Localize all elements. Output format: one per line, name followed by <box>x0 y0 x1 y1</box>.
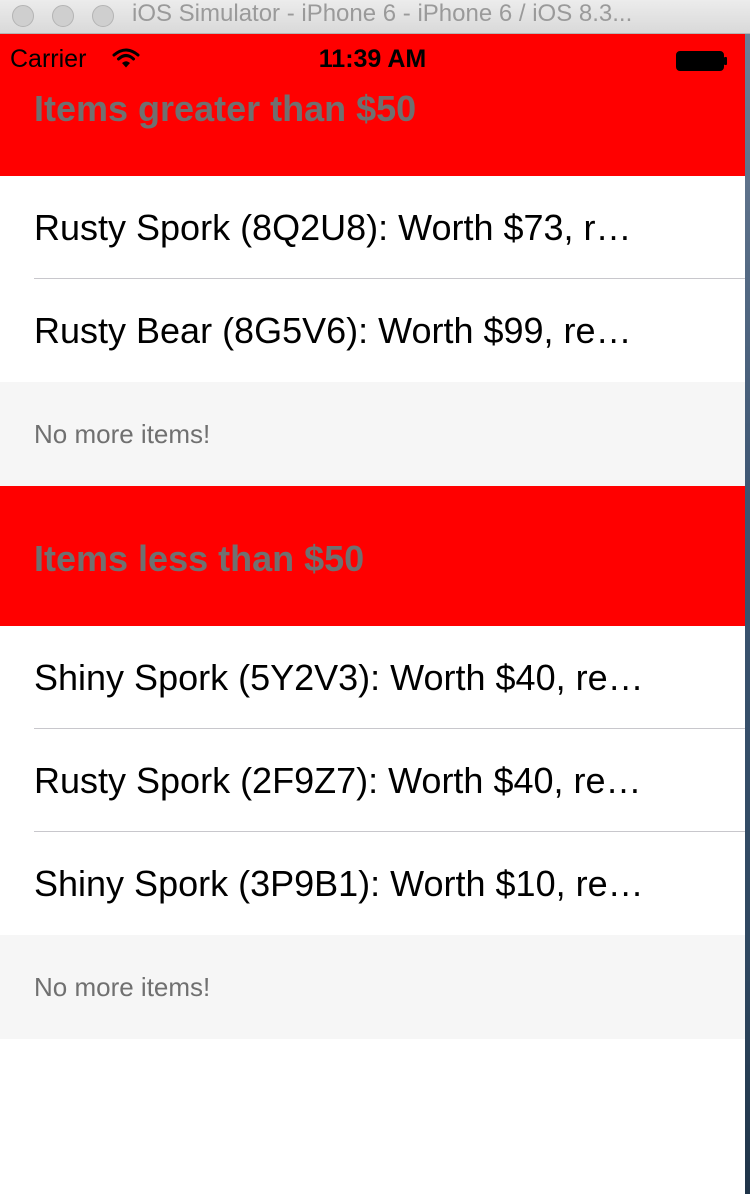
row-label: Rusty Bear (8G5V6): Worth $99, re… <box>34 310 632 351</box>
status-bar: Carrier 11:39 AM <box>0 34 745 86</box>
row-label: Rusty Spork (2F9Z7): Worth $40, re… <box>34 760 642 801</box>
row-label: Shiny Spork (5Y2V3): Worth $40, re… <box>34 657 644 698</box>
section-footer-text: No more items! <box>34 419 211 449</box>
minimize-window-button[interactable] <box>52 5 74 27</box>
section-header-less: Items less than $50 <box>0 486 745 626</box>
section-footer: No more items! <box>0 935 745 1039</box>
table-row[interactable]: Rusty Spork (8Q2U8): Worth $73, r… <box>0 176 745 279</box>
status-time: 11:39 AM <box>318 45 427 73</box>
simulator-window: iOS Simulator - iPhone 6 - iPhone 6 / iO… <box>0 0 750 1194</box>
battery-icon <box>676 51 727 71</box>
section-footer-text: No more items! <box>34 972 211 1002</box>
section-footer: No more items! <box>0 382 745 486</box>
table-row[interactable]: Shiny Spork (3P9B1): Worth $10, re… <box>0 832 745 935</box>
section-header-title: Items greater than $50 <box>34 88 417 129</box>
device-screen: Carrier 11:39 AM Items greater than $50 … <box>0 34 745 1194</box>
zoom-window-button[interactable] <box>92 5 114 27</box>
window-titlebar: iOS Simulator - iPhone 6 - iPhone 6 / iO… <box>0 0 750 34</box>
desktop-background <box>745 34 750 1194</box>
close-window-button[interactable] <box>12 5 34 27</box>
row-label: Rusty Spork (8Q2U8): Worth $73, r… <box>34 207 632 248</box>
table-row[interactable]: Rusty Bear (8G5V6): Worth $99, re… <box>0 279 745 382</box>
row-label: Shiny Spork (3P9B1): Worth $10, re… <box>34 863 644 904</box>
section-header-title: Items less than $50 <box>34 538 365 579</box>
table-row[interactable]: Shiny Spork (5Y2V3): Worth $40, re… <box>0 626 745 729</box>
table-row[interactable]: Rusty Spork (2F9Z7): Worth $40, re… <box>0 729 745 832</box>
window-title: iOS Simulator - iPhone 6 - iPhone 6 / iO… <box>132 0 633 27</box>
